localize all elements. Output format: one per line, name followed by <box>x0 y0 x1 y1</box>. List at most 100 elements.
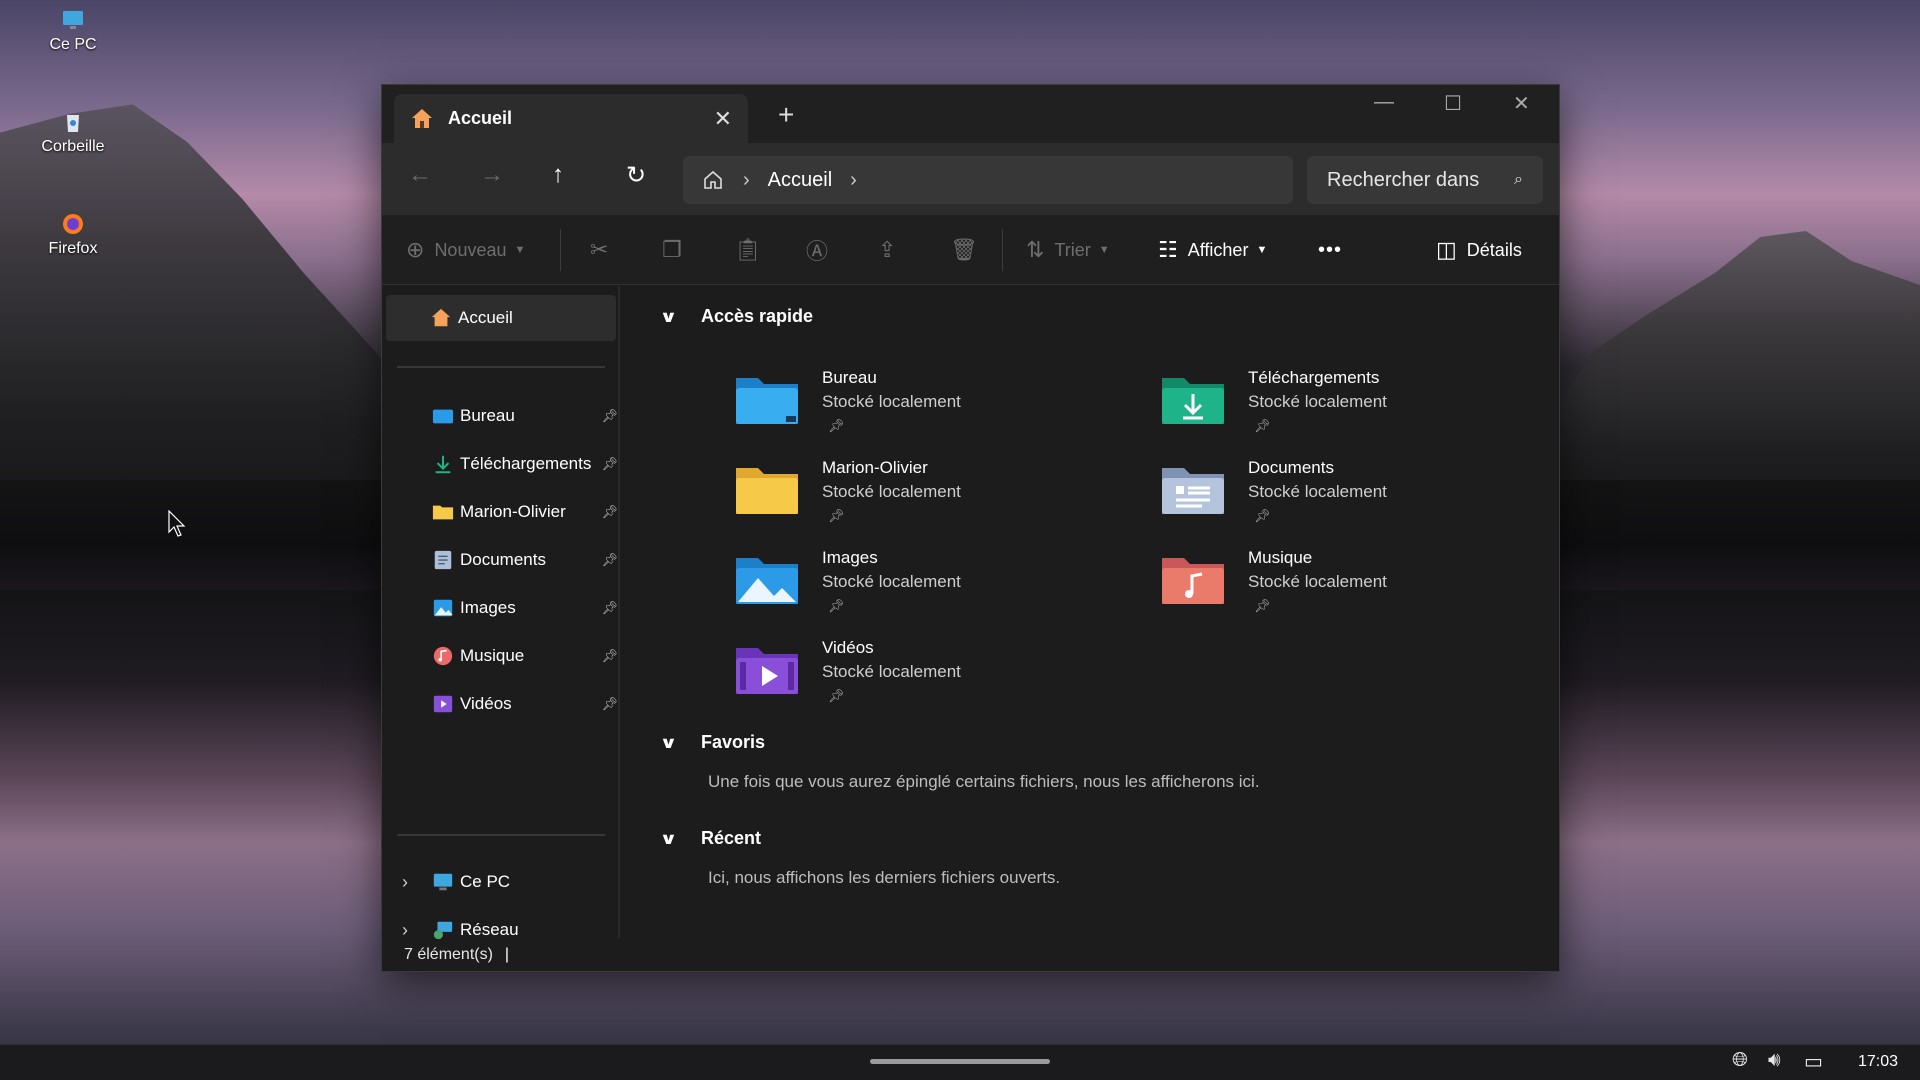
chevron-right-icon[interactable]: › <box>402 872 408 893</box>
tile-subtitle: Stocké localement <box>822 392 961 411</box>
content-pane: ∨ Accès rapide Bureau Stocké localement … <box>622 286 1559 938</box>
more-label: ••• <box>1318 238 1343 261</box>
pin-icon[interactable]: 📌︎ <box>1254 594 1387 618</box>
tile-name: Documents <box>1248 458 1334 477</box>
quick-access-documents[interactable]: Documents Stocké localement 📌︎ <box>1160 456 1387 528</box>
pin-icon[interactable]: 📌︎ <box>601 504 618 520</box>
tab-title: Accueil <box>448 108 513 128</box>
home-outline-icon <box>704 170 722 189</box>
copy-button[interactable]: ❐ <box>662 215 682 285</box>
rename-button[interactable]: Ⓐ <box>806 215 828 285</box>
paste-button[interactable]: 📋︎ <box>734 215 762 285</box>
more-options-button[interactable]: ••• <box>1318 215 1342 285</box>
network-globe-icon[interactable]: 🌐︎ <box>1732 1049 1748 1072</box>
battery-icon[interactable]: ▭ <box>1804 1049 1823 1074</box>
quick-access-marion-olivier[interactable]: Marion-Olivier Stocké localement 📌︎ <box>734 456 961 528</box>
refresh-button[interactable]: ↻ <box>626 161 646 190</box>
pin-icon[interactable]: 📌︎ <box>601 552 618 568</box>
sidebar-divider <box>397 834 605 836</box>
pin-icon[interactable]: 📌︎ <box>601 456 618 472</box>
tab-accueil[interactable]: Accueil ✕ <box>394 94 748 143</box>
details-button[interactable]: ◫ Détails <box>1436 215 1522 285</box>
pin-icon[interactable]: 📌︎ <box>601 600 618 616</box>
chevron-right-icon[interactable]: › <box>850 169 857 192</box>
search-box[interactable]: Rechercher dans ⌕ <box>1307 156 1543 204</box>
sidebar-item-label: Vidéos <box>460 694 512 713</box>
breadcrumb[interactable]: › Accueil › <box>683 156 1293 204</box>
forward-button[interactable]: → <box>480 161 504 189</box>
sort-label: Trier <box>1054 239 1091 260</box>
desktop-icon-label: Corbeille <box>41 138 105 155</box>
tile-subtitle: Stocké localement <box>1248 482 1387 501</box>
desktop-icon-corbeille[interactable]: Corbeille <box>30 110 116 156</box>
quick-access-bureau[interactable]: Bureau Stocké localement 📌︎ <box>734 366 961 438</box>
view-button[interactable]: ☷ Afficher ▼ <box>1158 215 1267 285</box>
pin-icon[interactable]: 📌︎ <box>601 696 618 712</box>
pin-icon[interactable]: 📌︎ <box>601 408 618 424</box>
new-button[interactable]: ⊕ Nouveau ▼ <box>406 215 525 285</box>
share-button[interactable]: ⇪ <box>878 215 896 285</box>
chevron-down-icon[interactable]: ∨ <box>659 733 677 753</box>
chevron-down-icon[interactable]: ∨ <box>659 307 677 327</box>
sidebar-item-images[interactable]: Images 📌︎ <box>432 588 622 628</box>
quick-access-videos[interactable]: Vidéos Stocké localement 📌︎ <box>734 636 961 708</box>
delete-button[interactable]: 🗑︎ <box>950 215 978 285</box>
sidebar-item-documents[interactable]: Documents 📌︎ <box>432 540 622 580</box>
pin-icon[interactable]: 📌︎ <box>828 594 961 618</box>
sidebar-item-telechargements[interactable]: Téléchargements 📌︎ <box>432 444 622 484</box>
monitor-icon <box>63 11 83 29</box>
sidebar-item-accueil[interactable]: Accueil <box>430 298 620 338</box>
up-button[interactable]: ↑ <box>552 161 564 189</box>
sidebar-item-musique[interactable]: Musique 📌︎ <box>432 636 622 676</box>
close-window-button[interactable]: ✕ <box>1513 91 1530 116</box>
chevron-right-icon: › <box>743 168 750 191</box>
section-header-acces-rapide[interactable]: ∨ Accès rapide <box>659 306 813 327</box>
quick-access-images[interactable]: Images Stocké localement 📌︎ <box>734 546 961 618</box>
documents-folder-icon <box>1162 468 1224 514</box>
quick-access-telechargements[interactable]: Téléchargements Stocké localement 📌︎ <box>1160 366 1387 438</box>
sidebar-item-label: Documents <box>460 550 546 569</box>
desktop-icon-ce-pc[interactable]: Ce PC <box>30 8 116 54</box>
pin-icon[interactable]: 📌︎ <box>601 648 618 664</box>
home-icon <box>431 308 451 327</box>
sidebar-item-videos[interactable]: Vidéos 📌︎ <box>432 684 622 724</box>
back-button[interactable]: ← <box>408 161 432 189</box>
tile-subtitle: Stocké localement <box>822 572 961 591</box>
pin-icon[interactable]: 📌︎ <box>828 414 961 438</box>
minimize-button[interactable]: — <box>1374 91 1394 114</box>
taskbar-handle[interactable] <box>870 1059 1050 1064</box>
details-label: Détails <box>1466 239 1522 260</box>
section-header-favoris[interactable]: ∨ Favoris <box>659 732 765 753</box>
volume-icon[interactable]: 🔊︎ <box>1768 1049 1781 1072</box>
music-icon <box>433 646 453 666</box>
maximize-button[interactable]: ☐ <box>1444 91 1462 116</box>
breadcrumb-current[interactable]: Accueil <box>768 169 832 192</box>
pin-icon[interactable]: 📌︎ <box>1254 414 1387 438</box>
toolbar-divider <box>560 229 561 271</box>
pin-icon[interactable]: 📌︎ <box>1254 504 1387 528</box>
pin-icon[interactable]: 📌︎ <box>828 684 961 708</box>
desktop-folder-icon <box>432 409 454 424</box>
desktop-icon-label: Firefox <box>48 240 98 257</box>
section-header-recent[interactable]: ∨ Récent <box>659 828 761 849</box>
tile-subtitle: Stocké localement <box>1248 392 1387 411</box>
recycle-bin-icon <box>67 115 79 132</box>
pin-icon[interactable]: 📌︎ <box>828 504 961 528</box>
close-tab-icon[interactable]: ✕ <box>714 106 732 132</box>
clock[interactable]: 17:03 <box>1858 1053 1898 1071</box>
new-tab-button[interactable]: + <box>778 99 794 131</box>
sidebar-item-bureau[interactable]: Bureau 📌︎ <box>432 396 622 436</box>
sidebar-item-label: Accueil <box>458 308 513 327</box>
sidebar-item-ce-pc[interactable]: Ce PC <box>432 862 622 902</box>
navigation-bar: ← → ↑ ↻ › Accueil › Rechercher dans ⌕ <box>382 143 1559 215</box>
sort-button[interactable]: ⇅ Trier ▼ <box>1026 215 1110 285</box>
quick-access-musique[interactable]: Musique Stocké localement 📌︎ <box>1160 546 1387 618</box>
trash-icon: 🗑︎ <box>950 237 978 262</box>
rename-icon: Ⓐ <box>806 239 829 264</box>
desktop-icon-firefox[interactable]: Firefox <box>30 212 116 258</box>
desktop-folder-icon <box>736 378 798 424</box>
download-folder-icon <box>1162 378 1224 424</box>
chevron-down-icon[interactable]: ∨ <box>659 829 677 849</box>
sidebar-item-marion-olivier[interactable]: Marion-Olivier 📌︎ <box>432 492 622 532</box>
cut-button[interactable]: ✂ <box>590 215 608 285</box>
